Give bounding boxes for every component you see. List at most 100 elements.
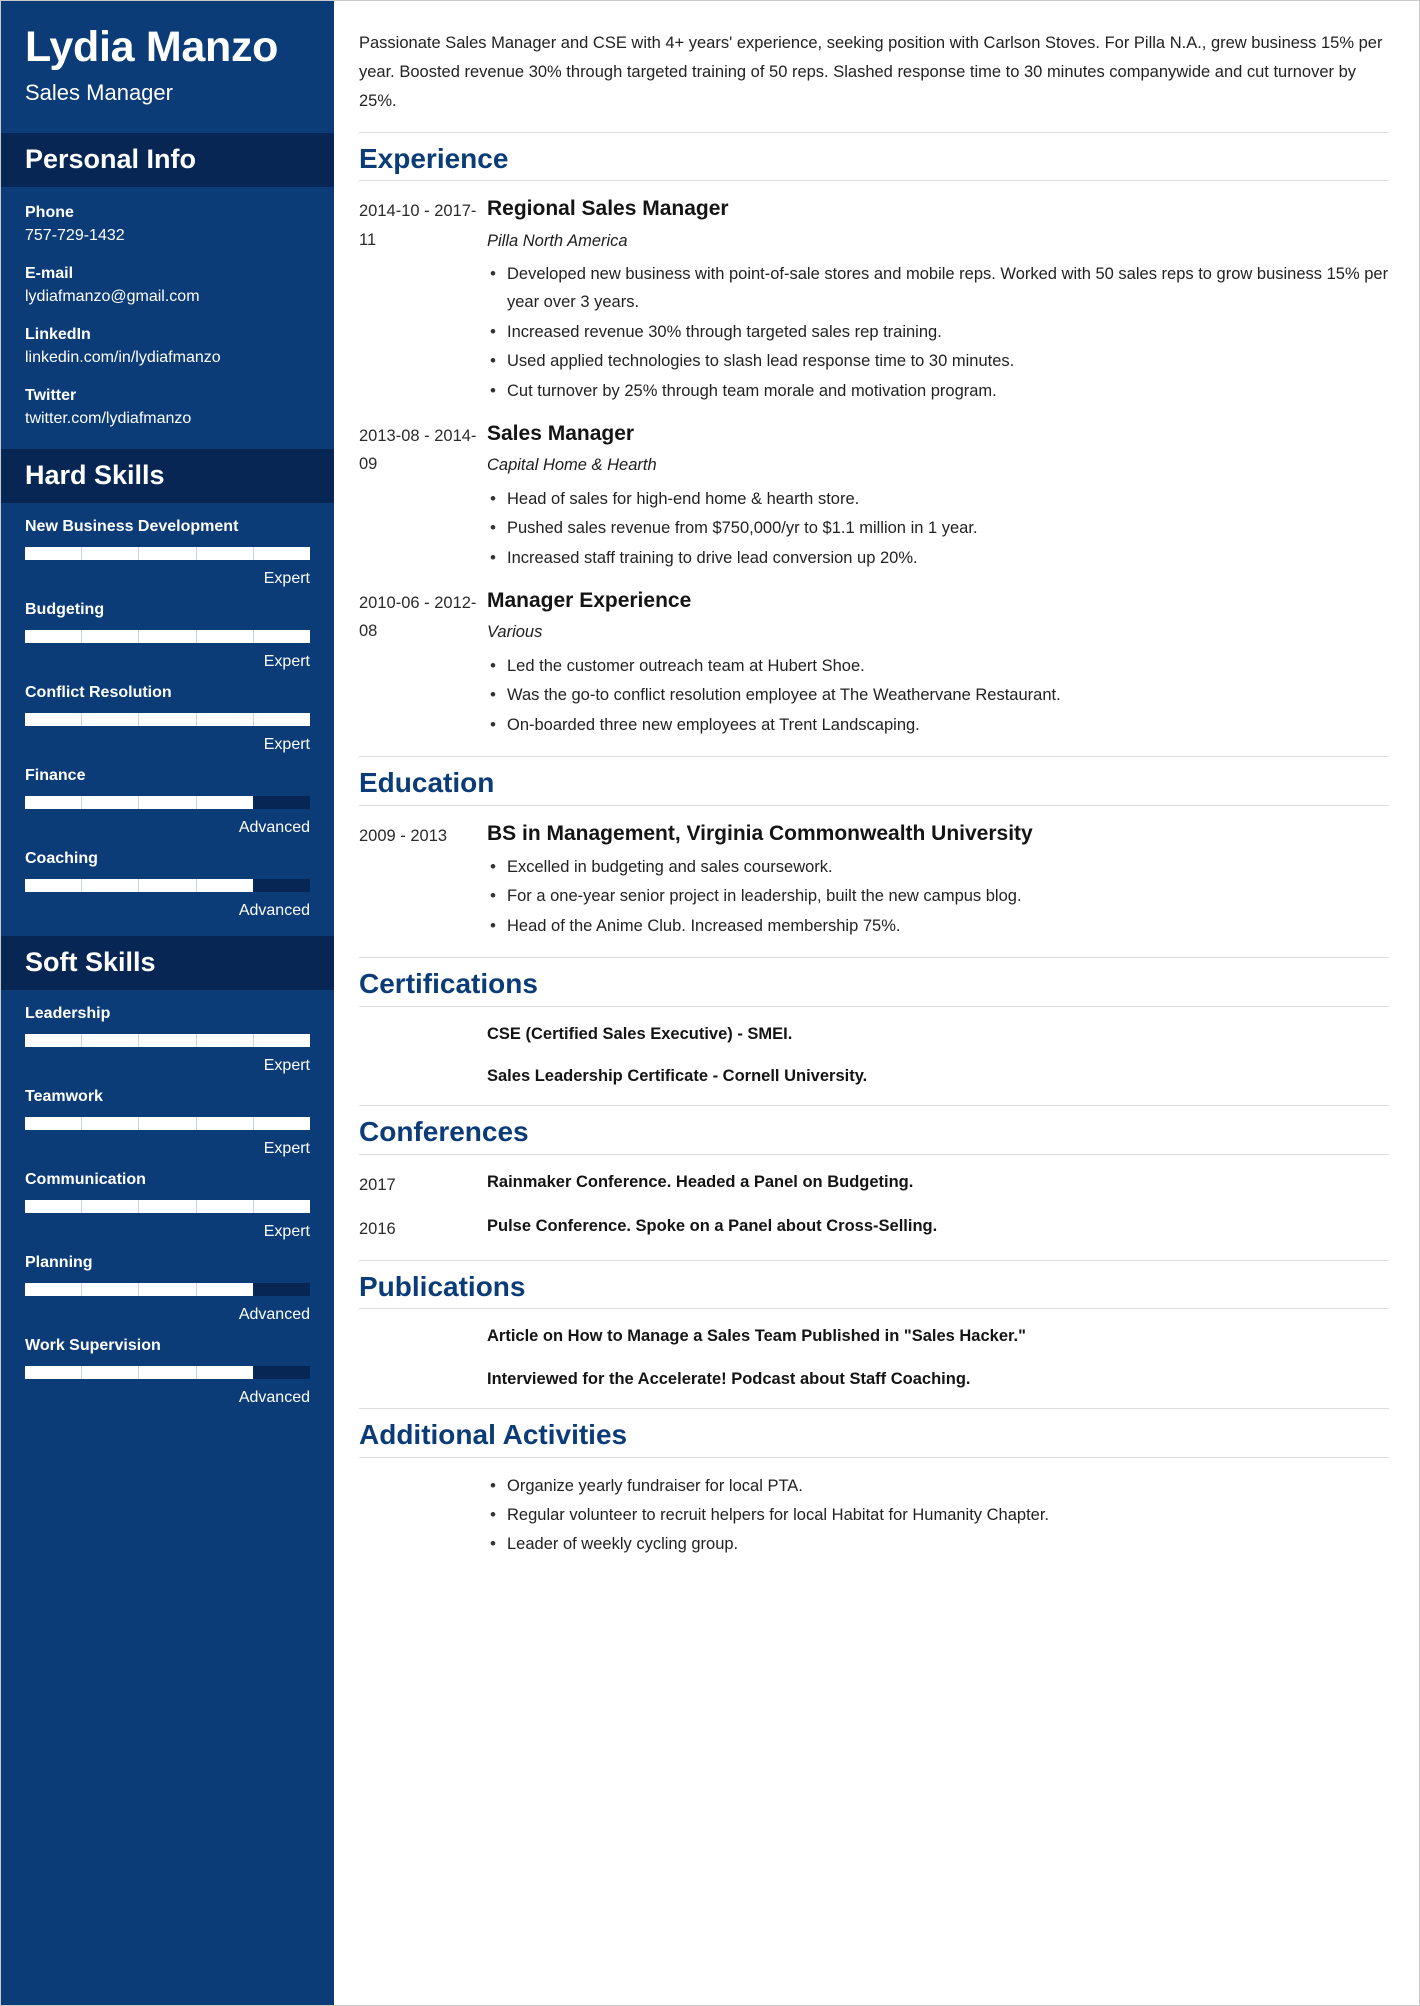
sidebar: Lydia Manzo Sales Manager Personal Info … (1, 1, 334, 2005)
hard-skills-header: Hard Skills (1, 449, 334, 504)
skill-name: Planning (25, 1254, 93, 1272)
contact-label: E-mail (25, 264, 74, 282)
entry-bullets: Head of sales for high-end home & hearth… (487, 484, 1389, 572)
skill-progress-segments (25, 1366, 310, 1380)
section-divider (359, 1456, 1389, 1458)
skill-name: Coaching (25, 850, 98, 868)
contact-value-phone[interactable]: 757-729-1432 (25, 224, 310, 248)
conference-entry: 2017 Rainmaker Conference. Headed a Pane… (359, 1169, 1389, 1199)
personal-info-header: Personal Info (1, 132, 334, 187)
entry-title: Regional Sales Manager (487, 197, 729, 221)
skill-level: Advanced (238, 1306, 310, 1324)
bullet-item: For a one-year senior project in leaders… (487, 881, 1389, 911)
contact-value-email[interactable]: lydiafmanzo@gmail.com (25, 285, 310, 309)
skill-name: Teamwork (25, 1088, 103, 1106)
entry-body: Regional Sales Manager Pilla North Ameri… (487, 195, 1389, 406)
entry-title: BS in Management, Virginia Commonwealth … (487, 821, 1033, 845)
skill-level: Expert (263, 1223, 310, 1241)
skill-name: Finance (25, 767, 86, 785)
section-divider (359, 804, 1389, 806)
personal-info-heading: Personal Info (25, 143, 197, 174)
entry-date: 2009 - 2013 (359, 826, 448, 845)
soft-skills-header: Soft Skills (1, 936, 334, 991)
entry-date: 2013-08 - 2014-09 (359, 426, 477, 474)
entry-employer: Capital Home & Hearth (487, 456, 657, 475)
section-divider (359, 1259, 1389, 1261)
skill-level: Expert (263, 1057, 310, 1075)
skill-level: Advanced (238, 902, 310, 920)
entry-body: Sales Manager Capital Home & Hearth Head… (487, 420, 1389, 573)
skill-row: Conflict Resolution Expert (25, 683, 310, 756)
skill-progress-segments (25, 1283, 310, 1297)
skill-level: Expert (263, 653, 310, 671)
contact-item-phone: Phone 757-729-1432 (25, 201, 310, 248)
skill-progress-bar (25, 630, 310, 644)
conference-entry: 2016 Pulse Conference. Spoke on a Panel … (359, 1213, 1389, 1243)
skill-level: Expert (263, 1140, 310, 1158)
conference-text: Rainmaker Conference. Headed a Panel on … (487, 1172, 914, 1191)
certification-item: Sales Leadership Certificate - Cornell U… (487, 1066, 868, 1085)
contact-item-email: E-mail lydiafmanzo@gmail.com (25, 262, 310, 309)
bullet-item: Head of sales for high-end home & hearth… (487, 484, 1389, 514)
section-divider (359, 1153, 1389, 1155)
soft-skills-list: Leadership Expert Teamwork Expert Commun… (1, 990, 334, 1423)
skill-progress-bar (25, 1034, 310, 1048)
skill-progress-bar (25, 547, 310, 561)
bullet-item: Leader of weekly cycling group. (487, 1529, 1389, 1559)
entry-employer: Various (487, 623, 543, 642)
entry-body: Manager Experience Various Led the custo… (487, 587, 1389, 740)
section-title-additional-activities: Additional Activities (359, 1419, 628, 1451)
conference-text: Pulse Conference. Spoke on a Panel about… (487, 1217, 938, 1236)
name-block: Lydia Manzo Sales Manager (1, 1, 334, 133)
entry-bullets: Developed new business with point-of-sal… (487, 259, 1389, 405)
section-conferences: Conferences 2017 Rainmaker Conference. H… (359, 1105, 1389, 1243)
skill-progress-bar (25, 1117, 310, 1131)
skill-progress-segments (25, 713, 310, 727)
section-divider (359, 755, 1389, 757)
contact-item-linkedin: LinkedIn linkedin.com/in/lydiafmanzo (25, 323, 310, 370)
contact-value-twitter[interactable]: twitter.com/lydiafmanzo (25, 407, 310, 431)
professional-summary: Passionate Sales Manager and CSE with 4+… (359, 34, 1383, 110)
bullet-item: Organize yearly fundraiser for local PTA… (487, 1471, 1389, 1501)
skill-progress-segments (25, 1034, 310, 1048)
section-divider (359, 956, 1389, 958)
entry-bullets: Organize yearly fundraiser for local PTA… (487, 1471, 1389, 1559)
bullet-item: Led the customer outreach team at Hubert… (487, 651, 1389, 681)
section-divider (359, 1408, 1389, 1410)
entry-bullets: Led the customer outreach team at Hubert… (487, 651, 1389, 739)
entry-body: Rainmaker Conference. Headed a Panel on … (487, 1169, 1389, 1195)
entry-date: 2010-06 - 2012-08 (359, 593, 477, 641)
entry-title: Sales Manager (487, 421, 635, 445)
contact-item-twitter: Twitter twitter.com/lydiafmanzo (25, 384, 310, 431)
section-divider (359, 180, 1389, 182)
hard-skills-heading: Hard Skills (25, 460, 165, 491)
certification-item: CSE (Certified Sales Executive) - SMEI. (487, 1024, 793, 1043)
experience-entry: 2013-08 - 2014-09 Sales Manager Capital … (359, 420, 1389, 573)
section-education: Education 2009 - 2013 BS in Management, … (359, 755, 1389, 941)
section-certifications: Certifications CSE (Certified Sales Exec… (359, 956, 1389, 1089)
section-publications: Publications Article on How to Manage a … (359, 1259, 1389, 1392)
section-title-certifications: Certifications (359, 967, 538, 999)
entry-body: BS in Management, Virginia Commonwealth … (487, 820, 1389, 941)
experience-entry: 2014-10 - 2017-11 Regional Sales Manager… (359, 195, 1389, 406)
contact-value-linkedin[interactable]: linkedin.com/in/lydiafmanzo (25, 346, 310, 370)
bullet-item: Used applied technologies to slash lead … (487, 346, 1389, 376)
entry-employer: Pilla North America (487, 231, 628, 250)
skill-name: Communication (25, 1171, 146, 1189)
publication-item: Interviewed for the Accelerate! Podcast … (487, 1369, 971, 1388)
entry-date: 2014-10 - 2017-11 (359, 202, 477, 249)
skill-row: Leadership Expert (25, 1004, 310, 1077)
skill-progress-bar (25, 1366, 310, 1380)
contact-label: Phone (25, 203, 74, 221)
skill-progress-segments (25, 796, 310, 810)
skill-row: Budgeting Expert (25, 600, 310, 673)
section-additional-activities: Additional Activities Organize yearly fu… (359, 1408, 1389, 1559)
skill-name: Conflict Resolution (25, 684, 172, 702)
skill-row: New Business Development Expert (25, 517, 310, 590)
bullet-item: Pushed sales revenue from $750,000/yr to… (487, 513, 1389, 543)
bullet-item: Head of the Anime Club. Increased member… (487, 911, 1389, 941)
skill-progress-segments (25, 1117, 310, 1131)
skill-row: Coaching Advanced (25, 849, 310, 922)
skill-progress-segments (25, 879, 310, 893)
skill-progress-segments (25, 630, 310, 644)
